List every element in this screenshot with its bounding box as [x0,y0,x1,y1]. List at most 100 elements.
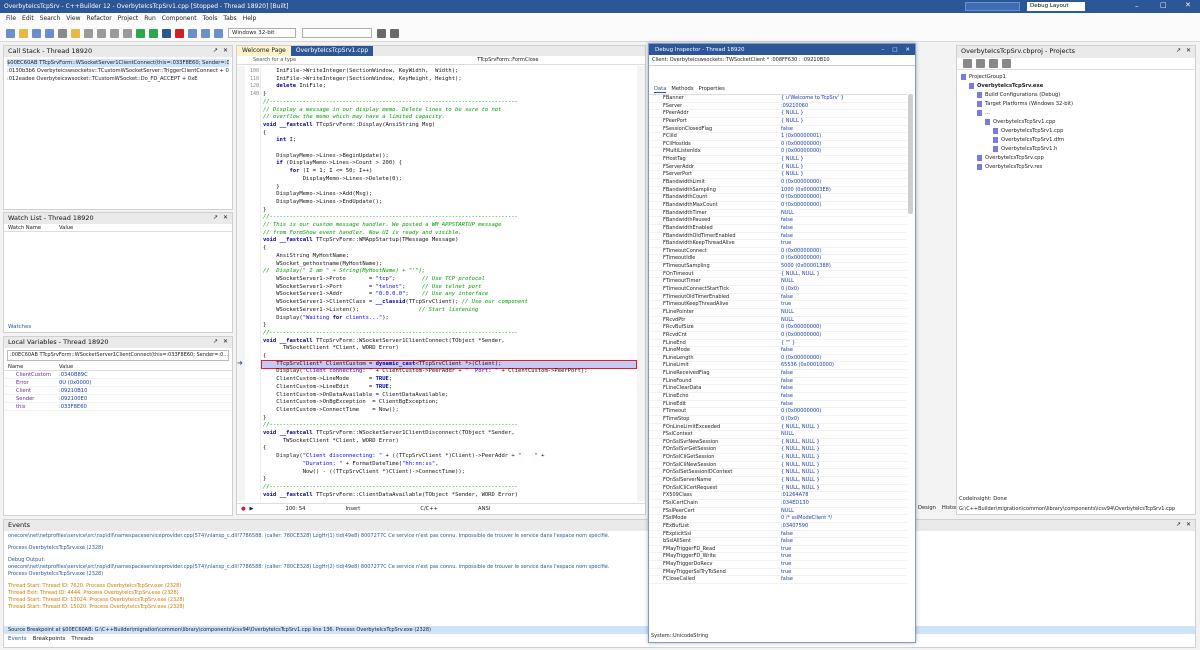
code-line[interactable]: DisplayMemo->Lines->Add(Msg); [263,191,641,199]
project-tree-item[interactable]: OverbyteIcsTcpSrv.res [961,163,1191,172]
close-panel-icon[interactable]: ✕ [1186,47,1191,54]
menu-view[interactable]: View [66,13,80,25]
close-panel-icon[interactable]: ✕ [223,47,228,54]
inspector-row[interactable]: FLineClearData false [649,385,907,393]
code-line[interactable]: { [263,445,641,453]
code-line[interactable]: } [263,322,641,330]
code-line[interactable]: //--------------------------------------… [263,99,641,107]
code-line[interactable]: // This is our custom message handler. W… [263,222,641,230]
search-box[interactable] [965,2,1020,11]
code-line[interactable]: WSocketServer1->ClientClass = __classid(… [263,299,641,307]
pin-icon[interactable]: ↗ [213,47,218,54]
inspector-row[interactable]: FSslMode 0 /* sslModeClient */ [649,515,907,523]
inspector-row[interactable]: FCliHostIds 0 (0x00000000) [649,141,907,149]
menu-help[interactable]: Help [243,13,257,25]
inspector-row[interactable]: FMultiListenIdx 0 (0x00000000) [649,148,907,157]
menu-run[interactable]: Run [144,13,156,25]
menu-tabs[interactable]: Tabs [223,13,236,25]
new-icon[interactable] [6,28,15,38]
inspector-row[interactable]: FOnTimeout { NULL, NULL } [649,271,907,279]
minimize-icon[interactable]: – [1135,2,1139,10]
code-line[interactable]: WSocketServer1->Listen(); // Start liste… [263,307,641,315]
code-line[interactable]: if (DisplayMemo->Lines->Count > 200) { [263,160,641,168]
inspector-row[interactable]: FExplicitSsl false [649,531,907,539]
inspector-row[interactable]: bSslAllSent false [649,538,907,546]
platform-combo[interactable]: Windows 32-bit [228,28,296,38]
tab-welcome-page[interactable]: Welcome Page [237,46,291,56]
close-panel-icon[interactable]: ✕ [1186,521,1191,528]
back-icon[interactable] [377,28,386,38]
inspector-row[interactable]: FCloseCalled false [649,576,907,584]
local-variable-row[interactable]: Sender:092100E0 [4,395,232,403]
menu-file[interactable]: File [6,13,16,25]
code-line[interactable]: { [263,130,641,138]
locals-context-combo[interactable]: :00EC60AB TTcpSrvForm::WSocketServer1Cli… [7,350,229,361]
code-text[interactable]: IniFile->WriteInteger(SectionWindow, Key… [263,68,641,498]
pin-icon[interactable]: ↗ [1176,47,1181,54]
code-line[interactable]: DisplayMemo->Lines->Delete(0); [263,176,641,184]
inspector-scrollbar[interactable] [908,94,913,214]
code-line[interactable]: IniFile->WriteInteger(SectionWindow, Key… [263,76,641,84]
inspector-row[interactable]: FPeerPort { NULL } [649,118,907,126]
open-project-icon[interactable] [58,28,67,38]
code-line[interactable]: WSocketServer1->Addr = "0.0.0.0"; // Use… [263,291,641,299]
step-into-icon[interactable] [188,28,197,38]
tab-events[interactable]: Events [8,636,27,642]
code-line[interactable]: void __fastcall TTcpSrvForm::Display(Ans… [263,122,641,130]
code-line[interactable]: //--------------------------------------… [263,422,641,430]
maximize-icon[interactable]: □ [892,47,897,53]
code-line[interactable]: IniFile->WriteInteger(SectionWindow, Key… [263,68,641,76]
inspector-row[interactable]: FOnSslSvrNewSession { NULL, NULL } [649,439,907,447]
code-line[interactable]: "Duration: " + FormatDateTime("hh:nn:ss"… [263,461,641,469]
code-line[interactable]: void __fastcall TTcpSrvForm::ClientDataA… [263,492,641,498]
code-line[interactable]: Display("Client disconnecting: " + ((TTc… [263,453,641,461]
view-unit-icon[interactable] [110,28,119,38]
inspector-row[interactable]: FLineEnd { "" } [649,340,907,348]
inspector-row[interactable]: FPeerAddr { NULL } [649,110,907,118]
project-tree-item[interactable]: ProjectGroup1 [961,73,1191,82]
inspector-row[interactable]: FLineMode false [649,347,907,355]
pin-icon[interactable]: ↗ [1176,521,1181,528]
local-variable-row[interactable]: ClientCustom:0340B89C [4,371,232,379]
inspector-row[interactable]: FBandwidthOldTimerEnabled false [649,233,907,241]
project-tree-item[interactable]: OverbyteIcsTcpSrv1.cpp [961,118,1191,127]
inspector-row[interactable]: FOnSslSetSessionIDContext { NULL, NULL } [649,469,907,478]
close-icon[interactable]: ✕ [1185,1,1191,9]
forward-icon[interactable] [390,28,399,38]
code-line[interactable]: } [263,207,641,215]
tab-source-file[interactable]: OverbyteIcsTcpSrv1.cpp [290,46,374,56]
inspector-row[interactable]: FOnSslCliCertRequest { NULL, NULL } [649,485,907,493]
menu-refactor[interactable]: Refactor [87,13,112,25]
project-tree-item[interactable]: ... [961,109,1191,118]
code-line[interactable]: } [263,415,641,423]
code-line[interactable]: //--------------------------------------… [263,484,641,492]
inspector-row[interactable]: FBandwidthSampling 1000 (0x000003E8) [649,187,907,195]
inspector-row[interactable]: FLinePointer NULL [649,309,907,317]
locals-value-header[interactable]: Value [59,364,73,370]
code-line[interactable]: void __fastcall TTcpSrvForm::WSocketServ… [263,338,641,346]
inspector-row[interactable]: FOnSslSvrGetSession { NULL, NULL } [649,446,907,455]
inspector-row[interactable]: FSslPeerCert NULL [649,508,907,516]
close-panel-icon[interactable]: ✕ [223,214,228,221]
pause-icon[interactable] [162,28,171,38]
options-icon[interactable] [1002,59,1011,68]
inspector-row[interactable]: FHostTag { NULL } [649,156,907,164]
code-line[interactable]: WSocket_gethostname(MyHostName); [263,261,641,269]
inspector-row[interactable]: FRcvdPtr NULL [649,317,907,325]
inspector-row[interactable]: FLineEcho false [649,393,907,401]
inspector-row[interactable]: FTimeoutKeepThreadAlive true [649,301,907,309]
code-line[interactable]: Display("Client connecting: " + ClientCu… [263,368,641,376]
code-line[interactable]: WSocketServer1->Port = "telnet"; // Use … [263,284,641,292]
breakpoint-status[interactable]: Source Breakpoint at $00EC60AB: G:\C++Bu… [4,626,1195,634]
code-line[interactable]: } [263,91,641,99]
code-line[interactable]: //--------------------------------------… [263,214,641,222]
maximize-icon[interactable]: □ [1160,1,1167,9]
code-line[interactable]: ClientCustom->LineEdit = TRUE; [263,384,641,392]
code-line[interactable]: DisplayMemo->Lines->BeginUpdate(); [263,153,641,161]
inspector-row[interactable]: FSessionClosedFlag false [649,126,907,134]
inspector-row[interactable]: FExBufList:03407590 [649,523,907,531]
project-manager-icon[interactable] [71,28,80,38]
menu-search[interactable]: Search [40,13,61,25]
inspector-row[interactable]: FRcvBufSize 0 (0x00000000) [649,324,907,332]
save-all-icon[interactable] [45,28,54,38]
